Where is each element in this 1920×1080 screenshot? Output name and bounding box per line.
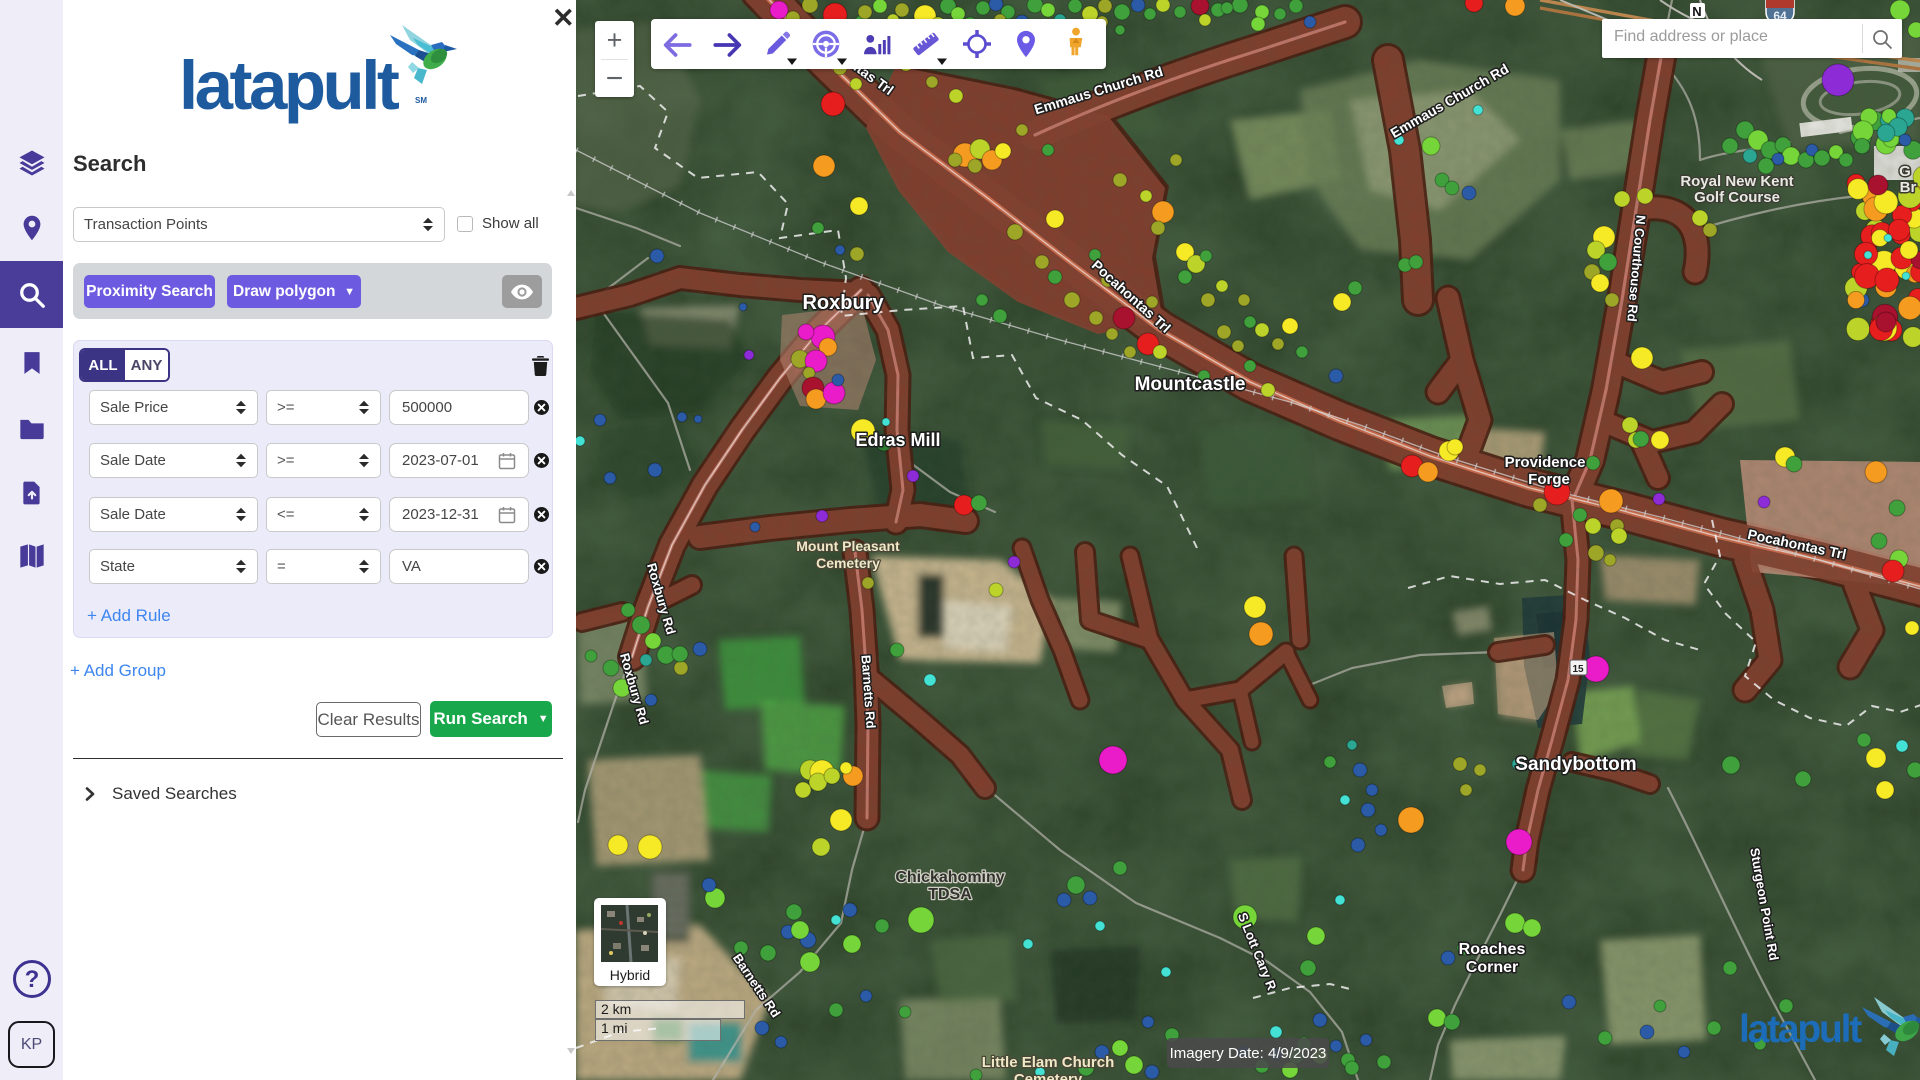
svg-text:Mountcastle: Mountcastle (1135, 374, 1246, 395)
svg-text:N: N (1692, 4, 1701, 19)
svg-text:Golf Course: Golf Course (1694, 189, 1780, 206)
svg-text:TDSA: TDSA (928, 886, 972, 903)
svg-text:Br: Br (1900, 179, 1917, 196)
svg-text:G: G (1899, 163, 1911, 180)
svg-text:Roxbury: Roxbury (802, 292, 884, 314)
svg-text:Roaches: Roaches (1459, 941, 1526, 958)
svg-text:Little Elam Church: Little Elam Church (982, 1054, 1115, 1071)
svg-text:Edras Mill: Edras Mill (855, 430, 940, 450)
svg-text:Corner: Corner (1466, 959, 1518, 976)
svg-text:Cemetery: Cemetery (816, 555, 880, 571)
svg-text:Cemetery: Cemetery (1014, 1071, 1083, 1080)
svg-text:Chickahominy: Chickahominy (895, 869, 1004, 886)
svg-text:Sandybottom: Sandybottom (1515, 754, 1636, 775)
svg-text:Mount Pleasant: Mount Pleasant (796, 538, 900, 554)
svg-text:Forge: Forge (1528, 471, 1570, 488)
svg-text:Providence: Providence (1505, 454, 1586, 471)
svg-text:15: 15 (1572, 664, 1584, 675)
svg-text:Royal New Kent: Royal New Kent (1680, 173, 1793, 190)
